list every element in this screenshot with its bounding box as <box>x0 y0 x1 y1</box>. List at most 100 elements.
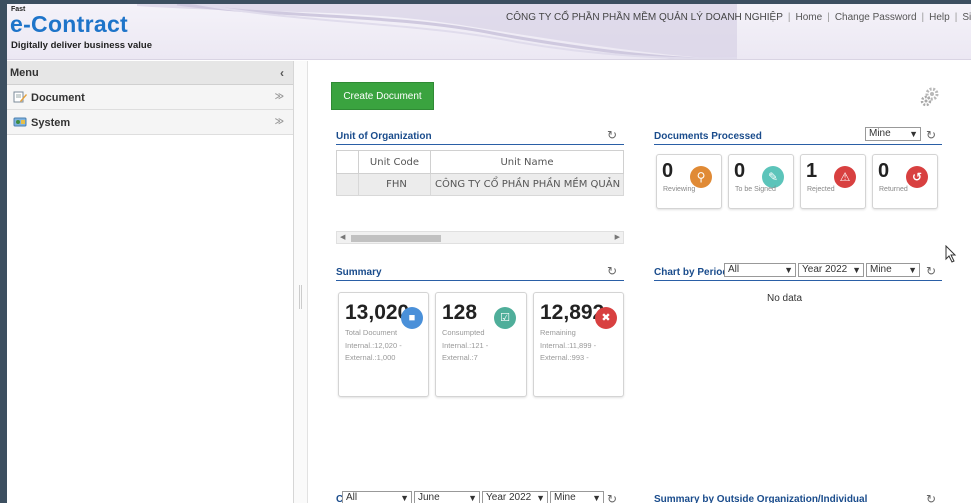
summary-count: 13,020 <box>345 301 410 324</box>
select-value: Mine <box>554 492 576 503</box>
document-edit-icon <box>13 91 27 103</box>
unit-table: Unit Code Unit Name FHN CÔNG TY CỔ PHẦN … <box>336 150 624 196</box>
summary-internal: Internal.:11,899 - <box>540 341 597 350</box>
bottom-right-title: Summary by Outside Organization/Individu… <box>654 494 868 503</box>
refresh-icon[interactable]: ↻ <box>607 129 619 141</box>
chart-year-select[interactable]: Year 2022 ▼ <box>798 263 864 277</box>
refresh-icon[interactable]: ↻ <box>607 493 619 503</box>
chart-empty-text: No data <box>767 293 803 304</box>
summary-card-consumed[interactable]: 128 ☑ Consumpted Internal.:121 - Externa… <box>435 292 527 397</box>
table-cell-select <box>336 173 359 196</box>
select-value: All <box>728 264 740 275</box>
logo-tagline: Digitally deliver business value <box>11 40 152 51</box>
sidebar-title: Menu <box>10 67 39 79</box>
system-icon <box>13 117 27 127</box>
chart-owner-select[interactable]: Mine ▼ <box>866 263 920 277</box>
chevron-down-icon: ▼ <box>536 493 545 503</box>
app-logo[interactable]: e-Contract <box>10 11 128 38</box>
top-navigation: CÔNG TY CỔ PHẦN PHẦN MỀM QUẢN LÝ DOANH N… <box>506 12 971 23</box>
documents-owner-select[interactable]: Mine ▼ <box>865 127 921 141</box>
status-count: 0 <box>662 160 674 182</box>
search-icon: ⚲ <box>690 166 712 188</box>
chevron-down-icon: ▼ <box>852 265 861 275</box>
table-header-select <box>336 150 359 174</box>
chevron-down-icon: ▼ <box>908 265 917 275</box>
sidebar-item-label: Document <box>31 92 85 104</box>
summary-card-remaining[interactable]: 12,892 ✖ Remaining Internal.:11,899 - Ex… <box>533 292 624 397</box>
summary-internal: Internal.:121 - <box>442 341 489 350</box>
horizontal-scrollbar[interactable]: ◀ ▶ <box>336 231 624 244</box>
settings-gear-icon[interactable] <box>919 86 941 108</box>
expand-chevron-icon[interactable]: ≫ <box>275 116 284 127</box>
nav-help-link[interactable]: Help <box>929 12 950 23</box>
status-count: 0 <box>878 160 890 182</box>
sidebar-item-label: System <box>31 117 71 129</box>
summary-label: Remaining <box>540 328 576 337</box>
bottom-year-select[interactable]: Year 2022 ▼ <box>482 491 548 503</box>
checkbox-icon: ☑ <box>494 307 516 329</box>
select-value: Year 2022 <box>802 264 848 275</box>
status-card-returned[interactable]: 0 ↺ Returned <box>872 154 938 209</box>
sidebar-item-document[interactable]: Document ≫ <box>7 85 293 110</box>
splitter-grip[interactable] <box>299 285 302 309</box>
table-row[interactable]: FHN CÔNG TY CỔ PHẦN PHẦN MỀM QUẢN <box>336 173 624 196</box>
document-icon: ■ <box>401 307 423 329</box>
return-icon: ↺ <box>906 166 928 188</box>
app-header: Fast e-Contract Digitally deliver busine… <box>7 4 971 60</box>
select-value: Mine <box>870 264 892 275</box>
status-card-rejected[interactable]: 1 ⚠ Rejected <box>800 154 866 209</box>
select-value: All <box>346 492 358 503</box>
documents-panel-divider <box>654 144 942 145</box>
status-label: Reviewing <box>663 186 696 193</box>
table-header-unit-name[interactable]: Unit Name <box>430 150 624 174</box>
refresh-icon[interactable]: ↻ <box>926 129 938 141</box>
table-header-row: Unit Code Unit Name <box>336 150 624 174</box>
nav-change-password-link[interactable]: Change Password <box>835 12 917 23</box>
bottom-owner-select[interactable]: Mine ▼ <box>550 491 604 503</box>
company-name: CÔNG TY CỔ PHẦN PHẦN MỀM QUẢN LÝ DOANH N… <box>506 12 783 23</box>
status-label: Rejected <box>807 186 835 193</box>
table-cell-unit-code: FHN <box>358 173 431 196</box>
summary-panel-divider <box>336 280 624 281</box>
summary-count: 128 <box>442 301 478 324</box>
refresh-icon[interactable]: ↻ <box>926 493 938 503</box>
status-card-reviewing[interactable]: 0 ⚲ Reviewing <box>656 154 722 209</box>
table-header-unit-code[interactable]: Unit Code <box>358 150 431 174</box>
documents-panel-title: Documents Processed <box>654 131 762 142</box>
chevron-down-icon: ▼ <box>400 493 409 503</box>
remaining-icon: ✖ <box>595 307 617 329</box>
status-count: 1 <box>806 160 818 182</box>
nav-home-link[interactable]: Home <box>796 12 823 23</box>
select-value: Year 2022 <box>486 492 532 503</box>
summary-card-total[interactable]: 13,020 ■ Total Document Internal.:12,020… <box>338 292 429 397</box>
expand-chevron-icon[interactable]: ≫ <box>275 91 284 102</box>
nav-sign-out-link[interactable]: Sign O <box>962 12 971 23</box>
chart-panel-title: Chart by Period <box>654 267 729 278</box>
select-value: June <box>418 492 440 503</box>
chevron-down-icon: ▼ <box>784 265 793 275</box>
chart-panel-divider <box>654 280 942 281</box>
chart-type-select[interactable]: All ▼ <box>724 263 796 277</box>
bottom-month-select[interactable]: June ▼ <box>414 491 480 503</box>
scroll-right-icon[interactable]: ▶ <box>615 233 620 241</box>
status-label: To be Signed <box>735 186 776 193</box>
create-document-button[interactable]: Create Document <box>331 82 434 110</box>
chevron-down-icon: ▼ <box>909 129 918 139</box>
bottom-type-select[interactable]: All ▼ <box>342 491 412 503</box>
unit-panel-title: Unit of Organization <box>336 131 432 142</box>
summary-internal: Internal.:12,020 - <box>345 341 402 350</box>
sidebar-header: Menu ‹ <box>7 61 293 85</box>
sidebar-item-system[interactable]: System ≫ <box>7 110 293 135</box>
scrollbar-thumb[interactable] <box>351 235 441 242</box>
sign-icon: ✎ <box>762 166 784 188</box>
sidebar-splitter[interactable] <box>294 61 308 503</box>
refresh-icon[interactable]: ↻ <box>926 265 938 277</box>
collapse-sidebar-icon[interactable]: ‹ <box>280 66 284 80</box>
scroll-left-icon[interactable]: ◀ <box>340 233 345 241</box>
unit-panel-divider <box>336 144 624 145</box>
status-count: 0 <box>734 160 746 182</box>
refresh-icon[interactable]: ↻ <box>607 265 619 277</box>
sidebar: Menu ‹ Document ≫ System ≫ <box>7 61 294 503</box>
mouse-cursor-icon <box>945 245 957 263</box>
status-card-to-be-signed[interactable]: 0 ✎ To be Signed <box>728 154 794 209</box>
